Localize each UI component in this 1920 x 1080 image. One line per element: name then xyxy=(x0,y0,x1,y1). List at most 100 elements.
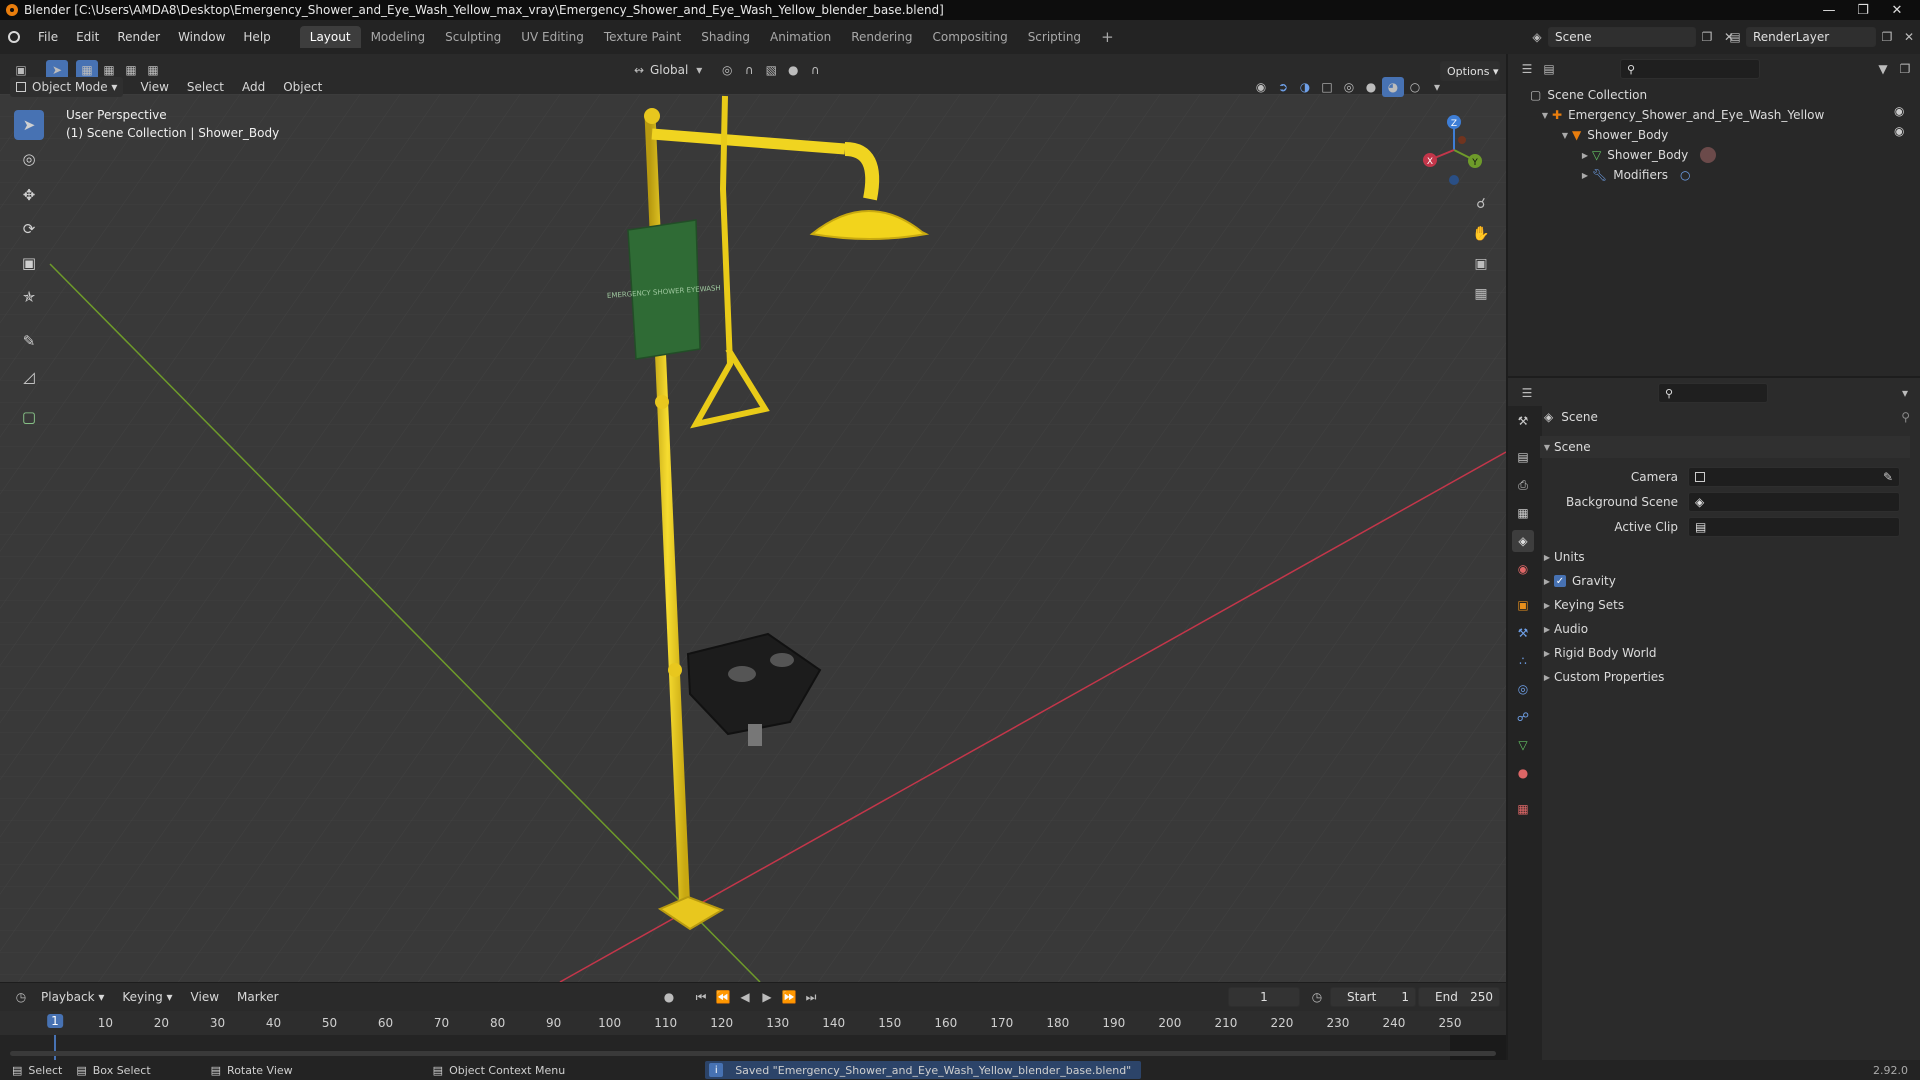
tab-modeling[interactable]: Modeling xyxy=(361,26,436,48)
properties-search-input[interactable]: ⚲ xyxy=(1658,383,1768,403)
view-layer-icon[interactable]: ▤ xyxy=(1724,27,1746,47)
stopwatch-icon[interactable]: ◷ xyxy=(1306,987,1328,1007)
tab-animation[interactable]: Animation xyxy=(760,26,841,48)
object-mode-dropdown[interactable]: Object Mode ▾ xyxy=(10,77,124,97)
keying-sets-panel-header[interactable]: ▶ Keying Sets xyxy=(1540,594,1910,616)
next-keyframe-icon[interactable]: ⏩ xyxy=(778,987,800,1007)
tool-cursor-icon[interactable]: ◎ xyxy=(14,144,44,174)
jump-start-icon[interactable]: ⏮ xyxy=(690,987,712,1007)
output-properties-icon[interactable]: ⎙ xyxy=(1512,474,1534,496)
world-properties-icon[interactable]: ◉ xyxy=(1512,558,1534,580)
timeline-menu-marker[interactable]: Marker xyxy=(228,983,287,1011)
visibility-icon[interactable]: ◉ xyxy=(1250,77,1272,97)
visibility-eye-icon[interactable]: ◉ xyxy=(1894,124,1904,138)
tree-item-mesh-data[interactable]: ▶ ▽ Shower_Body xyxy=(1578,145,1717,165)
menu-help[interactable]: Help xyxy=(234,20,279,54)
menu-render[interactable]: Render xyxy=(108,20,169,54)
jump-end-icon[interactable]: ⏭ xyxy=(800,987,822,1007)
expand-arrow-icon[interactable]: ▼ xyxy=(1538,111,1552,120)
maximize-button[interactable]: ❐ xyxy=(1848,0,1878,20)
xray-toggle-icon[interactable]: □ xyxy=(1316,77,1338,97)
tree-item-modifiers[interactable]: ▶ 🔧︎ Modifiers ○ xyxy=(1578,165,1691,185)
zoom-view-icon[interactable]: ☌ xyxy=(1470,194,1492,214)
viewport-menu-view[interactable]: View xyxy=(131,77,177,97)
viewport-menu-object[interactable]: Object xyxy=(274,77,331,97)
particle-properties-icon[interactable]: ∴ xyxy=(1512,650,1534,672)
constraint-properties-icon[interactable]: ☍ xyxy=(1512,706,1534,728)
scene-panel-header[interactable]: ▼ Scene xyxy=(1540,436,1910,458)
modifier-icon[interactable]: ○ xyxy=(1680,168,1690,182)
tool-scale-icon[interactable]: ▣ xyxy=(14,248,44,278)
physics-properties-icon[interactable]: ◎ xyxy=(1512,678,1534,700)
modifier-properties-icon[interactable]: ⚒ xyxy=(1512,622,1534,644)
tool-measure-icon[interactable]: ◿ xyxy=(14,362,44,392)
viewport-menu-add[interactable]: Add xyxy=(233,77,274,97)
proportional-edit-icon[interactable]: ● xyxy=(782,60,804,80)
gravity-panel-header[interactable]: ▶ ✓ Gravity xyxy=(1540,570,1910,592)
background-scene-field[interactable]: ◈ xyxy=(1688,492,1900,512)
snap-icon[interactable]: ∩ xyxy=(738,60,760,80)
tool-select-box[interactable]: ➤ xyxy=(14,110,44,140)
scene-icon[interactable]: ◈ xyxy=(1526,27,1548,47)
add-workspace-button[interactable]: + xyxy=(1091,26,1124,48)
wireframe-shading-icon[interactable]: ◎ xyxy=(1338,77,1360,97)
overlay-toggle-icon[interactable]: ◑ xyxy=(1294,77,1316,97)
options-dropdown[interactable]: Options ▾ xyxy=(1440,61,1500,81)
minimize-button[interactable]: — xyxy=(1814,0,1844,20)
end-frame-field[interactable]: End 250 xyxy=(1418,987,1500,1007)
tool-transform-icon[interactable]: ✯ xyxy=(14,282,44,312)
timeline-area[interactable]: 1 10 20 30 40 50 60 70 80 90 100 110 120 130 140 150 160… xyxy=(0,1011,1506,1060)
view-layer-field[interactable]: RenderLayer xyxy=(1746,27,1876,47)
ortho-toggle-icon[interactable]: ▦ xyxy=(1470,284,1492,304)
tab-layout[interactable]: Layout xyxy=(299,26,361,48)
menu-edit[interactable]: Edit xyxy=(67,20,108,54)
tab-sculpting[interactable]: Sculpting xyxy=(435,26,511,48)
view-layer-properties-icon[interactable]: ▦ xyxy=(1512,502,1534,524)
prev-keyframe-icon[interactable]: ⏪ xyxy=(712,987,734,1007)
tab-compositing[interactable]: Compositing xyxy=(922,26,1017,48)
tab-uv-editing[interactable]: UV Editing xyxy=(511,26,594,48)
rigid-body-world-panel-header[interactable]: ▶ Rigid Body World xyxy=(1540,642,1910,664)
tree-item-collection[interactable]: ▼ ✚ Emergency_Shower_and_Eye_Wash_Yellow xyxy=(1538,105,1824,125)
tab-texture-paint[interactable]: Texture Paint xyxy=(594,26,691,48)
viewport-menu-select[interactable]: Select xyxy=(178,77,233,97)
current-frame-field[interactable]: 1 xyxy=(1228,987,1300,1007)
tool-annotate-icon[interactable]: ✎ xyxy=(14,326,44,356)
material-icon[interactable] xyxy=(1700,147,1717,163)
pin-icon[interactable]: ⚲ xyxy=(1901,410,1910,424)
material-properties-icon[interactable]: ● xyxy=(1512,762,1534,784)
new-view-layer-icon[interactable]: ❐ xyxy=(1876,27,1898,47)
tab-shading[interactable]: Shading xyxy=(691,26,760,48)
tree-item-shower-body-object[interactable]: ▼ ▼ Shower_Body xyxy=(1558,125,1920,145)
filter-icon[interactable]: ▼ xyxy=(1872,59,1894,79)
start-frame-field[interactable]: Start 1 xyxy=(1330,987,1416,1007)
record-icon[interactable]: ● xyxy=(658,987,680,1007)
new-scene-icon[interactable]: ❐ xyxy=(1696,27,1718,47)
collapse-arrow-icon[interactable]: ▶ xyxy=(1578,171,1592,180)
expand-arrow-icon[interactable]: ▼ xyxy=(1558,131,1572,140)
object-properties-icon[interactable]: ▣ xyxy=(1512,594,1534,616)
pivot-point-icon[interactable]: ◎ xyxy=(716,60,738,80)
timeline-menu-playback[interactable]: Playback ▾ xyxy=(32,983,113,1011)
menu-window[interactable]: Window xyxy=(169,20,234,54)
timeline-scrollbar[interactable] xyxy=(10,1051,1496,1056)
3d-viewport[interactable]: EMERGENCY SHOWER EYEWASH User Perspectiv… xyxy=(0,94,1506,982)
properties-editor-type-icon[interactable]: ☰ xyxy=(1516,383,1538,403)
timeline-editor-type-icon[interactable]: ◷ xyxy=(10,987,32,1007)
camera-field[interactable]: ✎ xyxy=(1688,467,1900,487)
falloff-icon[interactable]: ∩ xyxy=(804,60,826,80)
solid-shading-icon[interactable]: ● xyxy=(1360,77,1382,97)
scene-properties-icon[interactable]: ◈ xyxy=(1512,530,1534,552)
shading-options-icon[interactable]: ▾ xyxy=(1426,77,1448,97)
timeline-menu-keying[interactable]: Keying ▾ xyxy=(113,983,181,1011)
menu-file[interactable]: File xyxy=(29,20,67,54)
snap-increment-icon[interactable]: ▧ xyxy=(760,60,782,80)
navigation-gizmo[interactable]: Z Y X xyxy=(1410,110,1490,190)
texture-properties-icon[interactable]: ▦ xyxy=(1512,798,1534,820)
eyedropper-icon[interactable]: ✎ xyxy=(1883,470,1893,484)
visibility-eye-icon[interactable]: ◉ xyxy=(1894,104,1904,118)
gravity-checkbox[interactable]: ✓ xyxy=(1554,575,1566,587)
play-icon[interactable]: ▶ xyxy=(756,987,778,1007)
tree-scene-collection[interactable]: ▢ Scene Collection xyxy=(1530,85,1647,105)
tool-add-cube-icon[interactable]: ▢ xyxy=(14,402,44,432)
